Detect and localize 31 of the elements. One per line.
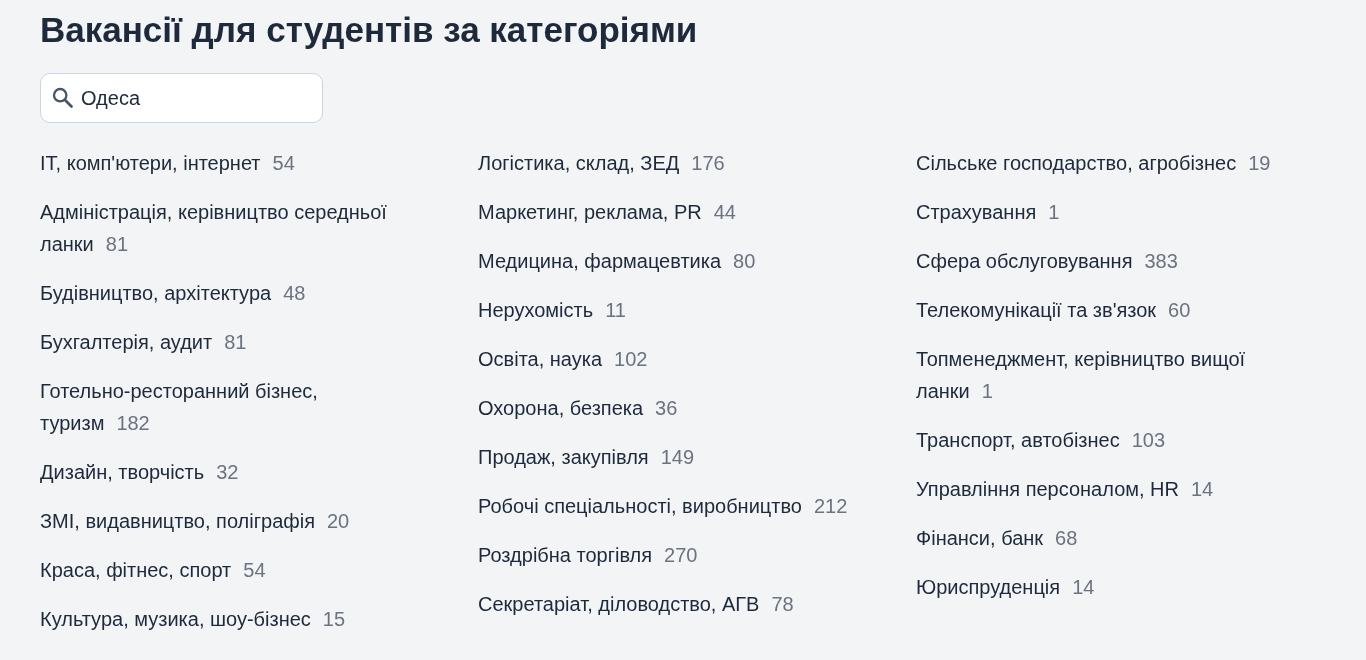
category-link[interactable]: Телекомунікації та зв'язок 60 xyxy=(916,294,1191,326)
category-link[interactable]: Сфера обслуговування 383 xyxy=(916,245,1178,277)
search-icon xyxy=(52,87,73,108)
category-link[interactable]: Дизайн, творчість 32 xyxy=(40,456,239,488)
category-link[interactable]: Секретаріат, діловодство, АГВ 78 xyxy=(478,588,794,620)
search-field[interactable]: Одеса xyxy=(40,73,323,123)
category-link[interactable]: Топменеджмент, керівництво вищої ланки 1 xyxy=(916,343,1301,407)
category-link[interactable]: Краса, фітнес, спорт 54 xyxy=(40,554,266,586)
category-link[interactable]: Освіта, наука 102 xyxy=(478,343,648,375)
category-link[interactable]: Логістика, склад, ЗЕД 176 xyxy=(478,147,725,179)
category-link[interactable]: Робочі спеціальності, виробництво 212 xyxy=(478,490,848,522)
category-link[interactable]: Транспорт, автобізнес 103 xyxy=(916,424,1166,456)
category-link[interactable]: Продаж, закупівля 149 xyxy=(478,441,695,473)
category-link[interactable]: Адміністрація, керівництво середньої ланки 81 xyxy=(40,196,425,260)
category-link[interactable]: ЗМІ, видавництво, поліграфія 20 xyxy=(40,505,350,537)
category-link[interactable]: Роздрібна торгівля 270 xyxy=(478,539,698,571)
page-title: Вакансії для студентів за категоріями xyxy=(40,9,698,51)
category-link[interactable]: Будівництво, архітектура 48 xyxy=(40,277,306,309)
category-link[interactable]: Медицина, фармацевтика 80 xyxy=(478,245,756,277)
category-link[interactable]: Охорона, безпека 36 xyxy=(478,392,678,424)
category-link[interactable]: Сільське господарство, агробізнес 19 xyxy=(916,147,1271,179)
category-link[interactable]: Маркетинг, реклама, PR 44 xyxy=(478,196,736,228)
category-link[interactable]: Управління персоналом, HR 14 xyxy=(916,473,1214,505)
category-link[interactable]: Культура, музика, шоу-бізнес 15 xyxy=(40,603,346,635)
category-link[interactable]: Фінанси, банк 68 xyxy=(916,522,1078,554)
category-link[interactable]: Нерухомість 11 xyxy=(478,294,626,326)
category-link[interactable]: IT, комп'ютери, інтернет 54 xyxy=(40,147,295,179)
category-link[interactable]: Юриспруденція 14 xyxy=(916,571,1095,603)
category-link[interactable]: Бухгалтерія, аудит 81 xyxy=(40,326,247,358)
category-link[interactable]: Страхування 1 xyxy=(916,196,1060,228)
category-link[interactable]: Готельно-ресторанний бізнес, туризм 182 xyxy=(40,375,425,439)
